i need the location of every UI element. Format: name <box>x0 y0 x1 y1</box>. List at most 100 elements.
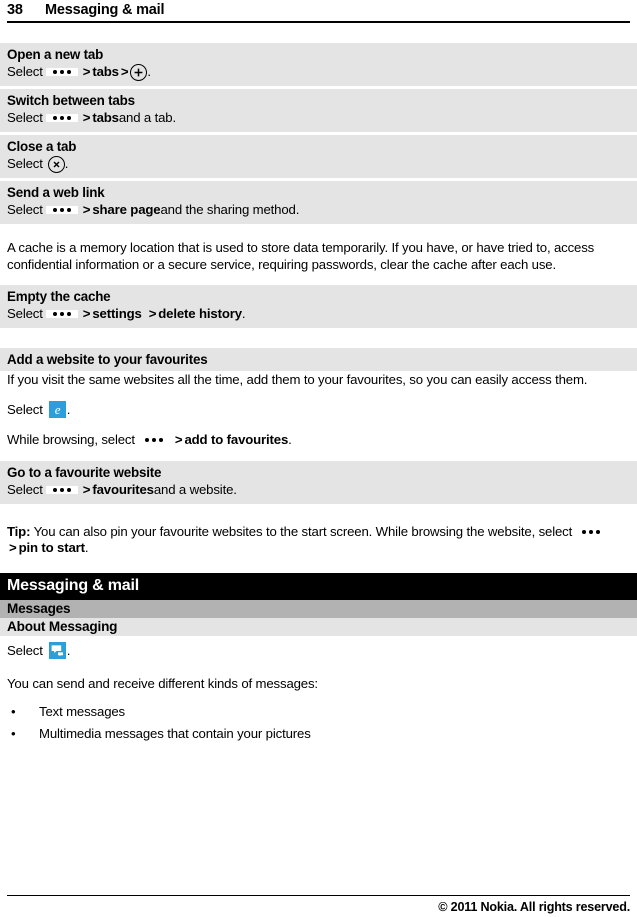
select-browser-line: Select e . <box>7 401 630 419</box>
select-label: Select <box>7 642 43 658</box>
path-separator: > <box>148 306 157 322</box>
overflow-dots-icon[interactable] <box>45 114 78 122</box>
step-instruction: Select > share page and the sharing meth… <box>7 201 630 219</box>
sentence-period: . <box>241 306 246 322</box>
step-trailing-text: and a tab. <box>118 110 177 125</box>
path-separator: > <box>82 202 91 217</box>
list-item: • Text messages <box>7 701 630 723</box>
path-separator: > <box>9 540 17 556</box>
step-heading: Send a web link <box>7 185 105 200</box>
section-heading-add-favourite: Add a website to your favourites <box>0 348 637 372</box>
tip-text-before: You can also pin your favourite websites… <box>30 523 573 539</box>
select-messaging-line: Select . <box>7 642 630 660</box>
tip-block: Tip: You can also pin your favourite web… <box>7 524 630 557</box>
copyright-notice: © 2011 Nokia. All rights reserved. <box>438 900 630 914</box>
add-favourite-intro: If you visit the same websites all the t… <box>7 372 588 388</box>
sentence-period: . <box>66 642 71 658</box>
sentence-period: . <box>84 540 89 556</box>
select-label: Select <box>7 64 43 79</box>
menu-command-tabs[interactable]: tabs <box>92 63 119 81</box>
menu-command-share-page[interactable]: share page <box>92 201 160 219</box>
page-number: 38 <box>7 2 23 18</box>
step-block-close-tab: Close a tab Select . <box>0 135 637 178</box>
step-block-open-new-tab: Open a new tab Select > tabs > . <box>0 43 637 86</box>
step-trailing-text: and a website. <box>153 481 237 497</box>
step-block-goto-favourite: Go to a favourite website Select > favou… <box>0 460 637 504</box>
section-heading-messages: Messages <box>0 599 637 618</box>
select-label: Select <box>7 401 43 417</box>
menu-command-tabs[interactable]: tabs <box>92 109 119 127</box>
path-separator: > <box>82 306 91 322</box>
path-separator: > <box>174 431 183 447</box>
menu-command-add-to-favourites[interactable]: add to favourites <box>184 431 288 449</box>
step-block-empty-cache: Empty the cache Select > settings > dele… <box>0 285 637 329</box>
step-heading: Open a new tab <box>7 47 104 62</box>
internet-explorer-icon[interactable]: e <box>48 401 66 419</box>
step-block-send-web-link: Send a web link Select > share page and … <box>0 181 637 224</box>
menu-command-pin-to-start[interactable]: pin to start <box>19 540 85 555</box>
cache-description-paragraph: A cache is a memory location that is use… <box>7 240 595 272</box>
chapter-bar: Messaging & mail <box>0 572 637 600</box>
running-header: 38 Messaging & mail <box>7 0 630 21</box>
messaging-intro: You can send and receive different kinds… <box>7 675 318 691</box>
list-item-label: Text messages <box>39 703 126 719</box>
overflow-dots-icon[interactable] <box>45 68 78 76</box>
overflow-dots-icon[interactable] <box>575 528 607 536</box>
step-instruction: Select > settings > delete history . <box>7 305 630 323</box>
step-heading: Switch between tabs <box>7 93 135 108</box>
bullet-icon: • <box>11 703 16 719</box>
step-block-switch-tabs: Switch between tabs Select > tabs and a … <box>0 89 637 132</box>
tip-label: Tip: <box>7 523 31 539</box>
overflow-dots-icon[interactable] <box>138 436 170 444</box>
overflow-dots-icon[interactable] <box>45 206 78 214</box>
step-heading: Close a tab <box>7 139 77 154</box>
messaging-app-icon[interactable] <box>48 642 66 660</box>
step-instruction: Select . <box>7 155 630 173</box>
manual-page: 38 Messaging & mail Open a new tab Selec… <box>0 0 637 917</box>
select-label: Select <box>7 202 43 217</box>
plus-circle-icon[interactable] <box>130 63 148 81</box>
running-header-title: Messaging & mail <box>45 2 165 18</box>
sentence-period: . <box>147 64 151 79</box>
section-heading-about-messaging: About Messaging <box>0 617 637 636</box>
menu-command-settings[interactable]: settings <box>92 305 142 323</box>
overflow-dots-icon[interactable] <box>45 310 78 319</box>
path-separator: > <box>82 64 91 79</box>
sentence-period: . <box>66 401 71 417</box>
step-instruction: Select > favourites and a website. <box>7 481 630 499</box>
path-separator: > <box>120 64 129 79</box>
list-item: • Multimedia messages that contain your … <box>7 723 630 745</box>
sentence-period: . <box>64 156 69 171</box>
menu-command-delete-history[interactable]: delete history <box>158 305 242 323</box>
select-label: Select <box>7 306 43 322</box>
select-label: Select <box>7 110 43 125</box>
step-heading: Go to a favourite website <box>7 464 162 480</box>
bullet-icon: • <box>11 725 16 741</box>
select-label: Select <box>7 156 43 171</box>
overflow-dots-icon[interactable] <box>45 485 78 494</box>
menu-command-favourites[interactable]: favourites <box>92 481 154 499</box>
path-separator: > <box>82 110 91 125</box>
select-label: Select <box>7 481 43 497</box>
step-heading: Empty the cache <box>7 289 111 305</box>
svg-text:e: e <box>54 402 60 417</box>
step-trailing-text: and the sharing method. <box>160 202 300 217</box>
list-item-label: Multimedia messages that contain your pi… <box>39 725 311 741</box>
close-circle-icon[interactable] <box>47 155 65 173</box>
sentence-period: . <box>288 431 292 447</box>
step-instruction: Select > tabs > . <box>7 63 630 81</box>
while-browsing-line: While browsing, select > add to favourit… <box>7 431 630 449</box>
page-footer: © 2011 Nokia. All rights reserved. <box>0 895 637 917</box>
step-heading: Add a website to your favourites <box>7 352 208 368</box>
